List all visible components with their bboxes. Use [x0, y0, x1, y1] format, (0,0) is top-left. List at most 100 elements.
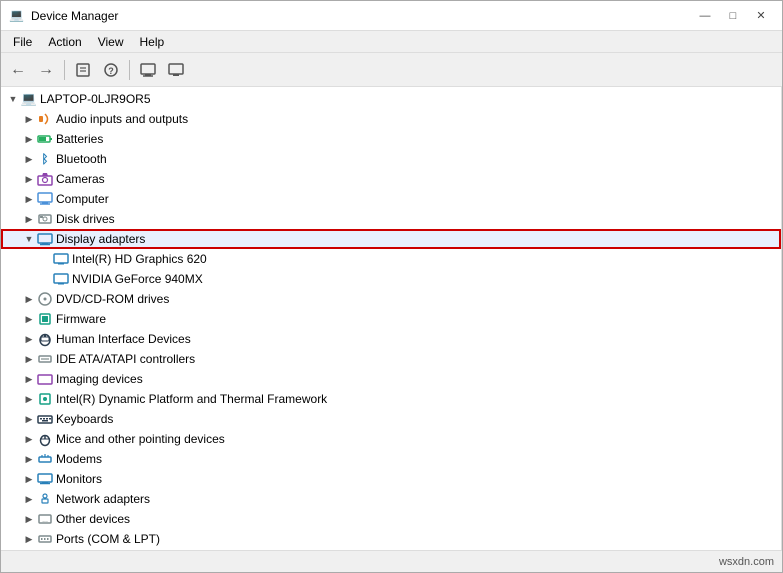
label-intel-dynamic: Intel(R) Dynamic Platform and Thermal Fr… [56, 392, 327, 406]
tree-item-nvidia[interactable]: ▶ NVIDIA GeForce 940MX [1, 269, 781, 289]
expander-dvd[interactable]: ▶ [21, 291, 37, 307]
expander-hid[interactable]: ▶ [21, 331, 37, 347]
icon-mice [37, 431, 53, 447]
tree-item-intel-hd[interactable]: ▶ Intel(R) HD Graphics 620 [1, 249, 781, 269]
expander-disk[interactable]: ▶ [21, 211, 37, 227]
tree-item-firmware[interactable]: ▶ Firmware [1, 309, 781, 329]
expander-computer[interactable]: ▶ [21, 191, 37, 207]
icon-keyboards [37, 411, 53, 427]
label-hid: Human Interface Devices [56, 332, 191, 346]
icon-display [37, 231, 53, 247]
forward-button[interactable]: → [33, 57, 59, 83]
menu-action[interactable]: Action [40, 33, 89, 51]
tree-item-ports[interactable]: ▶ Ports (COM & LPT) [1, 529, 781, 549]
svg-text:...: ... [42, 517, 48, 524]
icon-monitors [37, 471, 53, 487]
device-tree[interactable]: ▼ 💻 LAPTOP-0LJR9OR5 ▶ Audio inputs and o… [1, 87, 782, 550]
icon-network [37, 491, 53, 507]
expander-other[interactable]: ▶ [21, 511, 37, 527]
expander-network[interactable]: ▶ [21, 491, 37, 507]
tree-item-bluetooth[interactable]: ▶ ᛒ Bluetooth [1, 149, 781, 169]
back-button[interactable]: ← [5, 57, 31, 83]
toolbar-separator-2 [129, 60, 130, 80]
expander-ports[interactable]: ▶ [21, 531, 37, 547]
properties-button[interactable] [70, 57, 96, 83]
icon-ide [37, 351, 53, 367]
tree-item-root[interactable]: ▼ 💻 LAPTOP-0LJR9OR5 [1, 89, 781, 109]
tree-item-modems[interactable]: ▶ Modems [1, 449, 781, 469]
tree-item-computer[interactable]: ▶ Computer [1, 189, 781, 209]
tree-item-disk[interactable]: ▶ Disk drives [1, 209, 781, 229]
tree-item-network[interactable]: ▶ Network adapters [1, 489, 781, 509]
content-area: ▼ 💻 LAPTOP-0LJR9OR5 ▶ Audio inputs and o… [1, 87, 782, 550]
expander-batteries[interactable]: ▶ [21, 131, 37, 147]
expander-monitors[interactable]: ▶ [21, 471, 37, 487]
title-bar-left: 💻 Device Manager [9, 8, 118, 24]
expander-display[interactable]: ▼ [21, 231, 37, 247]
menu-view[interactable]: View [90, 33, 132, 51]
icon-computer-item [37, 191, 53, 207]
expander-ide[interactable]: ▶ [21, 351, 37, 367]
menu-help[interactable]: Help [132, 33, 173, 51]
icon-batteries [37, 131, 53, 147]
expander-mice[interactable]: ▶ [21, 431, 37, 447]
label-display: Display adapters [56, 232, 145, 246]
label-ports: Ports (COM & LPT) [56, 532, 160, 546]
label-modems: Modems [56, 452, 102, 466]
tree-item-batteries[interactable]: ▶ Batteries [1, 129, 781, 149]
tree-item-keyboards[interactable]: ▶ Keyboards [1, 409, 781, 429]
icon-intel-hd [53, 251, 69, 267]
tree-item-imaging[interactable]: ▶ Imaging devices [1, 369, 781, 389]
help-button[interactable]: ? [98, 57, 124, 83]
expander-keyboards[interactable]: ▶ [21, 411, 37, 427]
icon-modems [37, 451, 53, 467]
icon-computer: 💻 [21, 91, 37, 107]
label-dvd: DVD/CD-ROM drives [56, 292, 169, 306]
title-bar: 💻 Device Manager — □ ✕ [1, 1, 782, 31]
device-manager-window: 💻 Device Manager — □ ✕ File Action View … [0, 0, 783, 573]
icon-hid [37, 331, 53, 347]
menu-bar: File Action View Help [1, 31, 782, 53]
minimize-button[interactable]: — [692, 6, 718, 26]
expander-audio[interactable]: ▶ [21, 111, 37, 127]
menu-file[interactable]: File [5, 33, 40, 51]
expander-firmware[interactable]: ▶ [21, 311, 37, 327]
status-bar: wsxdn.com [1, 550, 782, 572]
tree-item-monitors[interactable]: ▶ Monitors [1, 469, 781, 489]
tree-item-audio[interactable]: ▶ Audio inputs and outputs [1, 109, 781, 129]
tree-item-dvd[interactable]: ▶ DVD/CD-ROM drives [1, 289, 781, 309]
expander-root[interactable]: ▼ [5, 91, 21, 107]
tree-item-cameras[interactable]: ▶ Cameras [1, 169, 781, 189]
label-bluetooth: Bluetooth [56, 152, 107, 166]
icon-disk [37, 211, 53, 227]
status-text: wsxdn.com [719, 556, 774, 568]
label-computer: Computer [56, 192, 109, 206]
tree-item-other[interactable]: ▶ ... Other devices [1, 509, 781, 529]
maximize-button[interactable]: □ [720, 6, 746, 26]
tree-item-intel-dynamic[interactable]: ▶ Intel(R) Dynamic Platform and Thermal … [1, 389, 781, 409]
label-nvidia: NVIDIA GeForce 940MX [72, 272, 203, 286]
expander-cameras[interactable]: ▶ [21, 171, 37, 187]
label-cameras: Cameras [56, 172, 105, 186]
icon-nvidia [53, 271, 69, 287]
scan-button[interactable] [135, 57, 161, 83]
label-keyboards: Keyboards [56, 412, 113, 426]
label-ide: IDE ATA/ATAPI controllers [56, 352, 195, 366]
expander-intel-dynamic[interactable]: ▶ [21, 391, 37, 407]
icon-audio [37, 111, 53, 127]
expander-imaging[interactable]: ▶ [21, 371, 37, 387]
icon-intel-dynamic [37, 391, 53, 407]
label-other: Other devices [56, 512, 130, 526]
icon-cameras [37, 171, 53, 187]
tree-item-display[interactable]: ▼ Display adapters [1, 229, 781, 249]
close-button[interactable]: ✕ [748, 6, 774, 26]
icon-bluetooth: ᛒ [37, 151, 53, 167]
expander-bluetooth[interactable]: ▶ [21, 151, 37, 167]
label-audio: Audio inputs and outputs [56, 112, 188, 126]
tree-item-mice[interactable]: ▶ Mice and other pointing devices [1, 429, 781, 449]
expander-modems[interactable]: ▶ [21, 451, 37, 467]
monitor-button[interactable] [163, 57, 189, 83]
tree-item-hid[interactable]: ▶ Human Interface Devices [1, 329, 781, 349]
icon-ports [37, 531, 53, 547]
tree-item-ide[interactable]: ▶ IDE ATA/ATAPI controllers [1, 349, 781, 369]
